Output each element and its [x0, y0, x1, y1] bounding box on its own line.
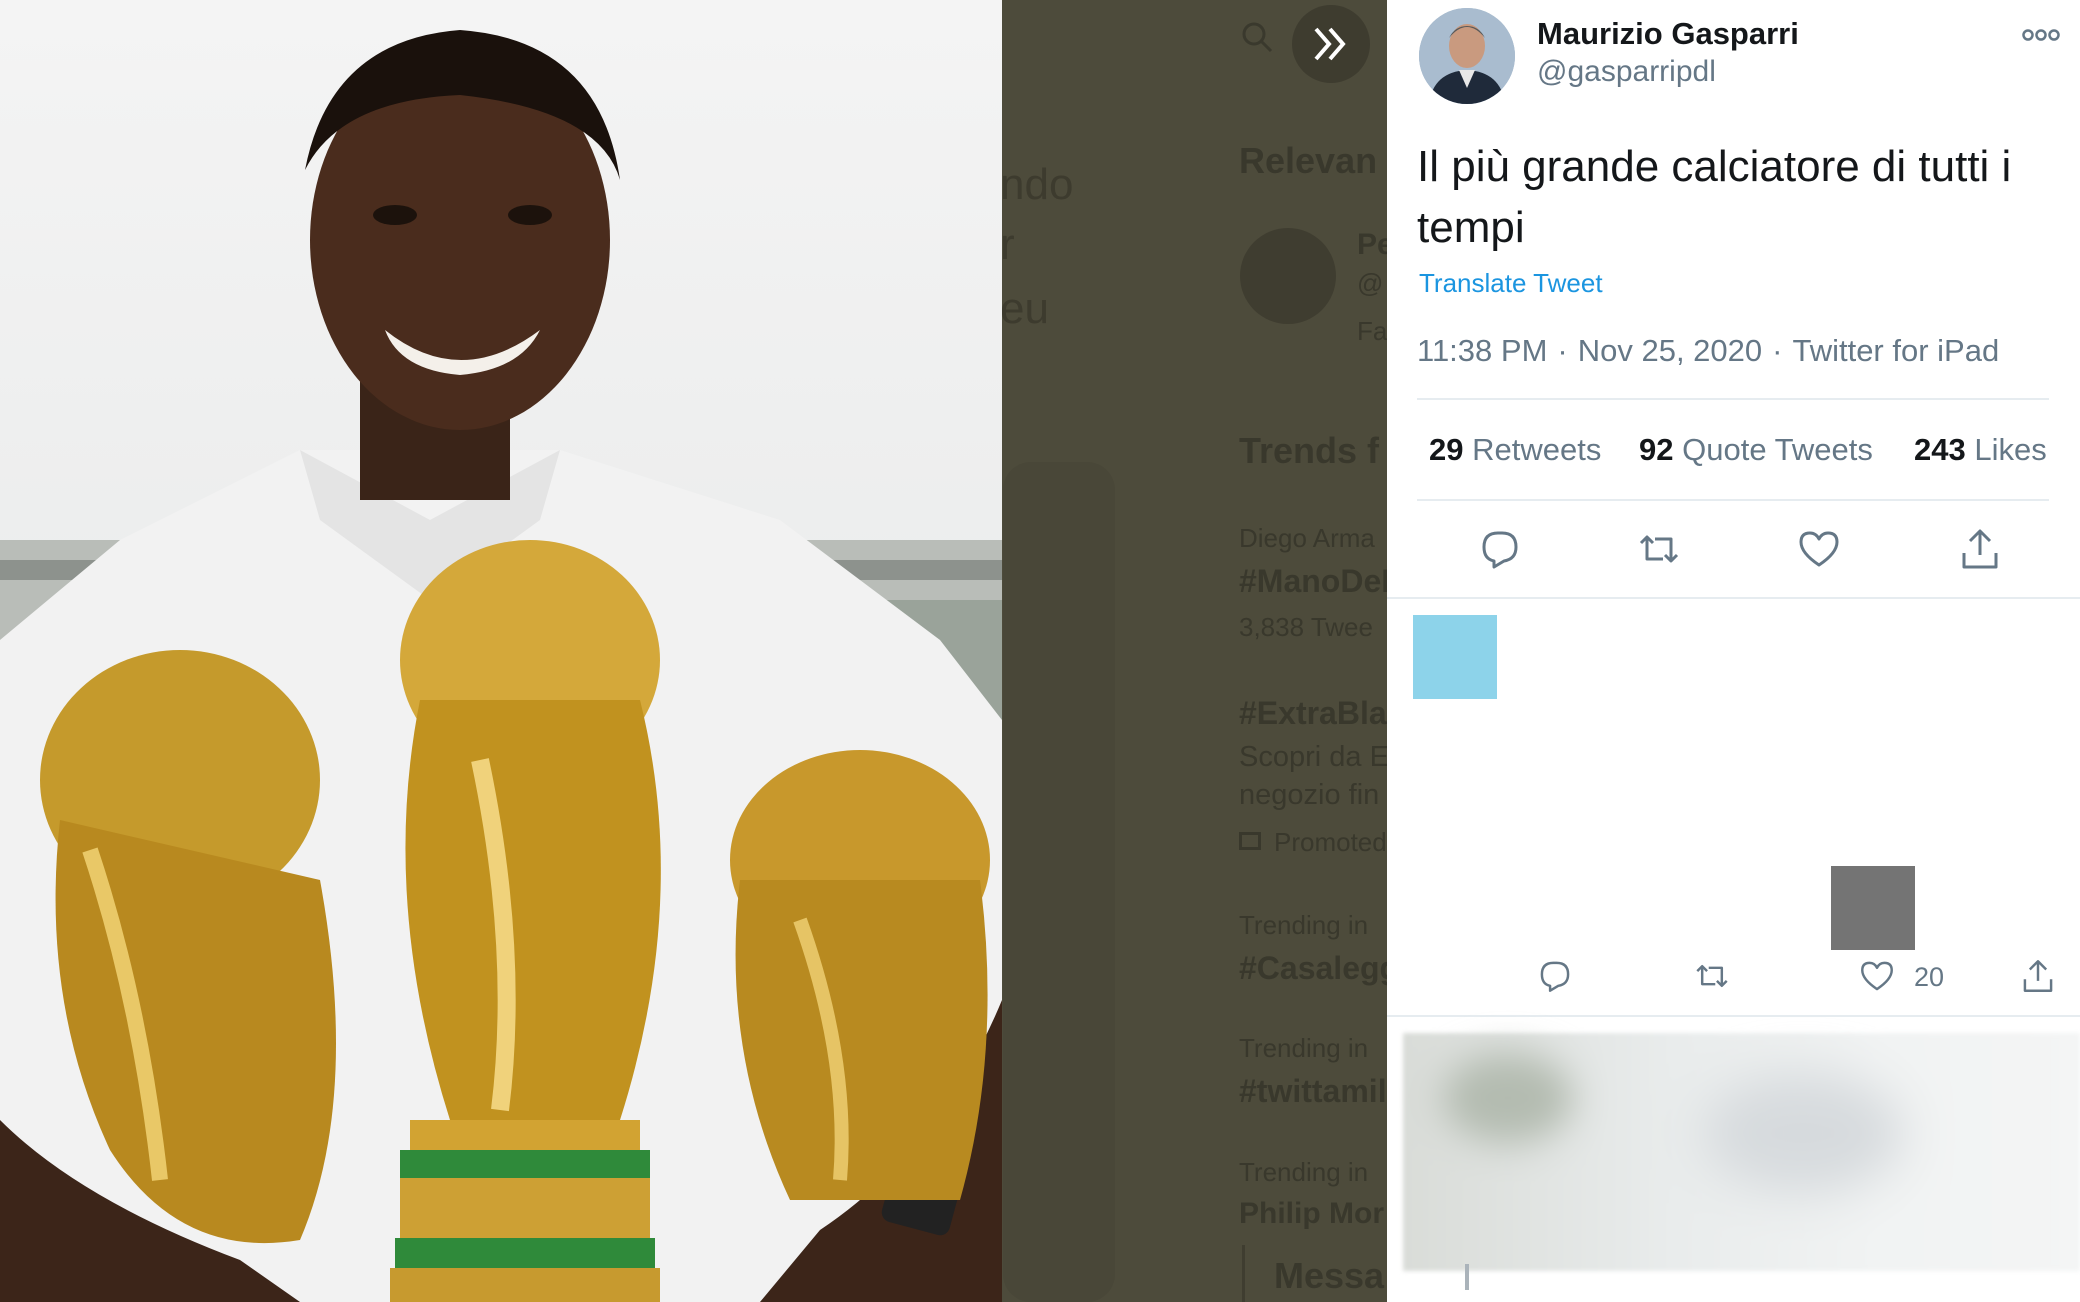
fragment-2: r: [1002, 220, 1015, 269]
quotes-label: Quote Tweets: [1682, 432, 1873, 467]
retweets-label: Retweets: [1472, 432, 1602, 467]
reply-icon: [1482, 531, 1518, 569]
fragment-1: ndo: [1002, 160, 1074, 209]
trend-name[interactable]: #ExtraBla: [1239, 695, 1387, 732]
trend-name[interactable]: #Casalegg: [1239, 950, 1387, 987]
translate-link[interactable]: Translate Tweet: [1419, 268, 1603, 299]
trends-heading: Trends f: [1239, 430, 1380, 471]
tweet-photo[interactable]: [0, 0, 1002, 1302]
share-icon: [1962, 529, 1998, 569]
messages-divider: [1242, 1245, 1245, 1302]
tweet-date[interactable]: Nov 25, 2020: [1578, 333, 1762, 368]
trend-count: 3,838 Twee: [1239, 612, 1373, 642]
tweet-meta: 11:38 PM · Nov 25, 2020 · Twitter for iPad: [1417, 333, 1999, 369]
trend-name[interactable]: #ManoDeD: [1239, 563, 1387, 600]
author-avatar[interactable]: [1419, 8, 1515, 104]
reply-icon: [1540, 961, 1570, 992]
expand-chevrons-icon: [1314, 27, 1346, 61]
account-name[interactable]: Pe: [1357, 228, 1387, 262]
text-cursor: [1465, 1264, 1469, 1290]
trend-context: Trending in: [1239, 910, 1369, 940]
retweet-button[interactable]: [1694, 958, 1730, 994]
tweet-source[interactable]: Twitter for iPad: [1792, 333, 1999, 368]
reply-like-count: 20: [1914, 962, 1945, 992]
redacted-box: [1831, 866, 1915, 950]
search-icon[interactable]: [1240, 20, 1274, 54]
share-button[interactable]: [1958, 527, 2002, 571]
relevant-heading: Relevan: [1239, 140, 1378, 181]
trend-context: Trending in: [1239, 1033, 1369, 1063]
sidebar-card-edge: [1003, 462, 1115, 1302]
reply-button[interactable]: [1478, 527, 1522, 571]
screenshot: ndo r eu Relevan Pe @ Fa Trends f Diego …: [0, 0, 2080, 1302]
divider: [1417, 499, 2049, 501]
tweet-text: Il più grande calciatore di tutti i temp…: [1417, 142, 2012, 252]
account-avatar[interactable]: [1240, 228, 1336, 324]
promoted-label: Promoted: [1274, 827, 1387, 857]
like-button[interactable]: [1797, 527, 1841, 571]
likes-count: 243: [1914, 432, 1966, 467]
expand-button[interactable]: [1292, 5, 1370, 83]
share-icon: [2023, 960, 2053, 992]
retweet-icon: [1696, 964, 1728, 988]
divider: [1387, 1015, 2080, 1017]
messages-label[interactable]: Messa: [1274, 1255, 1384, 1297]
reply-button[interactable]: [1537, 958, 1573, 994]
trend-name[interactable]: Philip Mor: [1239, 1197, 1384, 1231]
like-icon: [1861, 961, 1893, 991]
account-line3: Fa: [1357, 316, 1387, 346]
quotes-stat[interactable]: 92 Quote Tweets: [1639, 432, 1873, 468]
promoted-icon: [1239, 832, 1261, 850]
like-icon: [1799, 531, 1839, 567]
trend-context: Diego Arma: [1239, 523, 1375, 553]
likes-stat[interactable]: 243 Likes: [1914, 432, 2047, 468]
retweet-icon: [1639, 535, 1679, 563]
divider: [1387, 597, 2080, 599]
fragment-3: eu: [1002, 284, 1049, 333]
redacted-avatar-box: [1413, 615, 1497, 699]
share-button[interactable]: [2020, 958, 2056, 994]
retweets-stat[interactable]: 29 Retweets: [1429, 432, 1601, 468]
tweet-panel: Maurizio Gasparri @gasparripdl Il più gr…: [1387, 0, 2080, 1302]
meta-dot: ·: [1772, 333, 1783, 368]
photo-illustration: [0, 30, 1002, 1302]
author-avatar-illustration: [1419, 8, 1515, 104]
account-handle: @: [1357, 268, 1384, 298]
tweet-time[interactable]: 11:38 PM: [1417, 333, 1547, 368]
retweet-button[interactable]: [1637, 527, 1681, 571]
promo-line-2: negozio fin: [1239, 779, 1380, 811]
retweets-count: 29: [1429, 432, 1464, 467]
trend-context: Trending in: [1239, 1157, 1369, 1187]
author-handle[interactable]: @gasparripdl: [1537, 55, 1716, 89]
quotes-count: 92: [1639, 432, 1674, 467]
like-button[interactable]: [1859, 958, 1895, 994]
promo-line-1: Scopri da E: [1239, 741, 1387, 773]
dimmed-sidebar: ndo r eu Relevan Pe @ Fa Trends f Diego …: [1002, 0, 1387, 1302]
blur-blob: [1703, 1073, 1903, 1193]
more-icon[interactable]: [2021, 20, 2061, 50]
trend-name[interactable]: #twittamil: [1239, 1073, 1387, 1110]
blur-blob: [1443, 1053, 1573, 1143]
meta-dot: ·: [1557, 333, 1568, 368]
likes-label: Likes: [1974, 432, 2047, 467]
author-name[interactable]: Maurizio Gasparri: [1537, 16, 1799, 52]
blurred-reply: [1403, 1033, 2080, 1271]
divider: [1417, 398, 2049, 400]
